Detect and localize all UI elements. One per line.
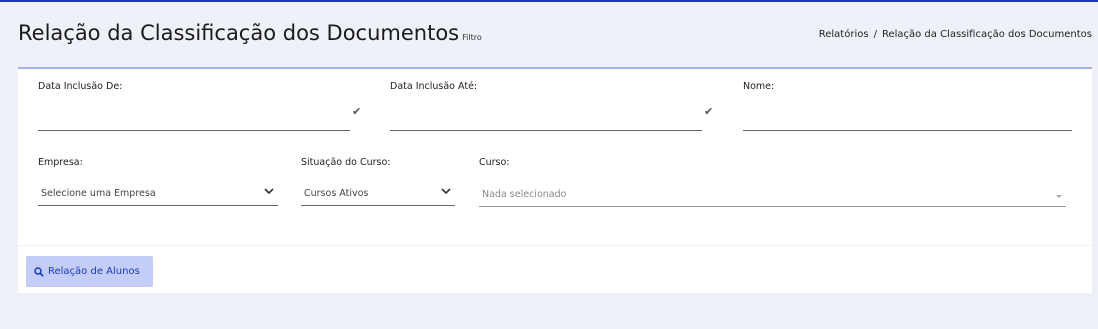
page-subtitle: Filtro [462,33,482,42]
date-to-label: Data Inclusão Até: [390,81,478,92]
card-footer-divider [18,245,1092,246]
date-from-check-icon: ✔ [352,105,362,118]
course-status-label: Situação do Curso: [301,157,391,168]
company-select[interactable]: Selecione uma Empresa [38,182,278,206]
date-from-field[interactable] [38,111,350,131]
name-label: Nome: [743,81,775,92]
student-report-button-label: Relação de Alunos [48,266,140,277]
page-header: Relação da Classificação dos Documentos F… [0,2,1098,64]
name-field[interactable] [743,111,1072,131]
page-title-text: Relação da Classificação dos Documentos [18,21,460,45]
search-icon [34,266,44,277]
breadcrumb: Relatórios / Relação da Classificação dos … [819,29,1092,40]
company-label: Empresa: [38,157,83,168]
student-report-button[interactable]: Relação de Alunos [26,256,153,287]
course-label: Curso: [479,157,510,168]
breadcrumb-item-reports[interactable]: Relatórios [819,29,869,40]
caret-down-icon [1056,195,1062,198]
chevron-down-icon [264,188,274,195]
date-from-label: Data Inclusão De: [38,81,123,92]
breadcrumb-separator: / [873,29,877,40]
course-status-select-value: Cursos Ativos [304,188,369,199]
filter-card: Data Inclusão De: ✔ Data Inclusão Até: ✔… [18,67,1092,293]
course-status-select[interactable]: Cursos Ativos [301,182,455,206]
chevron-down-icon [441,188,451,195]
date-to-field[interactable] [390,111,702,131]
course-select-placeholder: Nada selecionado [482,189,567,200]
company-select-value: Selecione uma Empresa [41,188,156,199]
breadcrumb-item-current: Relação da Classificação dos Documentos [881,29,1092,40]
course-select[interactable]: Nada selecionado [479,183,1066,207]
date-to-check-icon: ✔ [704,105,714,118]
page-title: Relação da Classificação dos Documentos F… [18,21,482,45]
